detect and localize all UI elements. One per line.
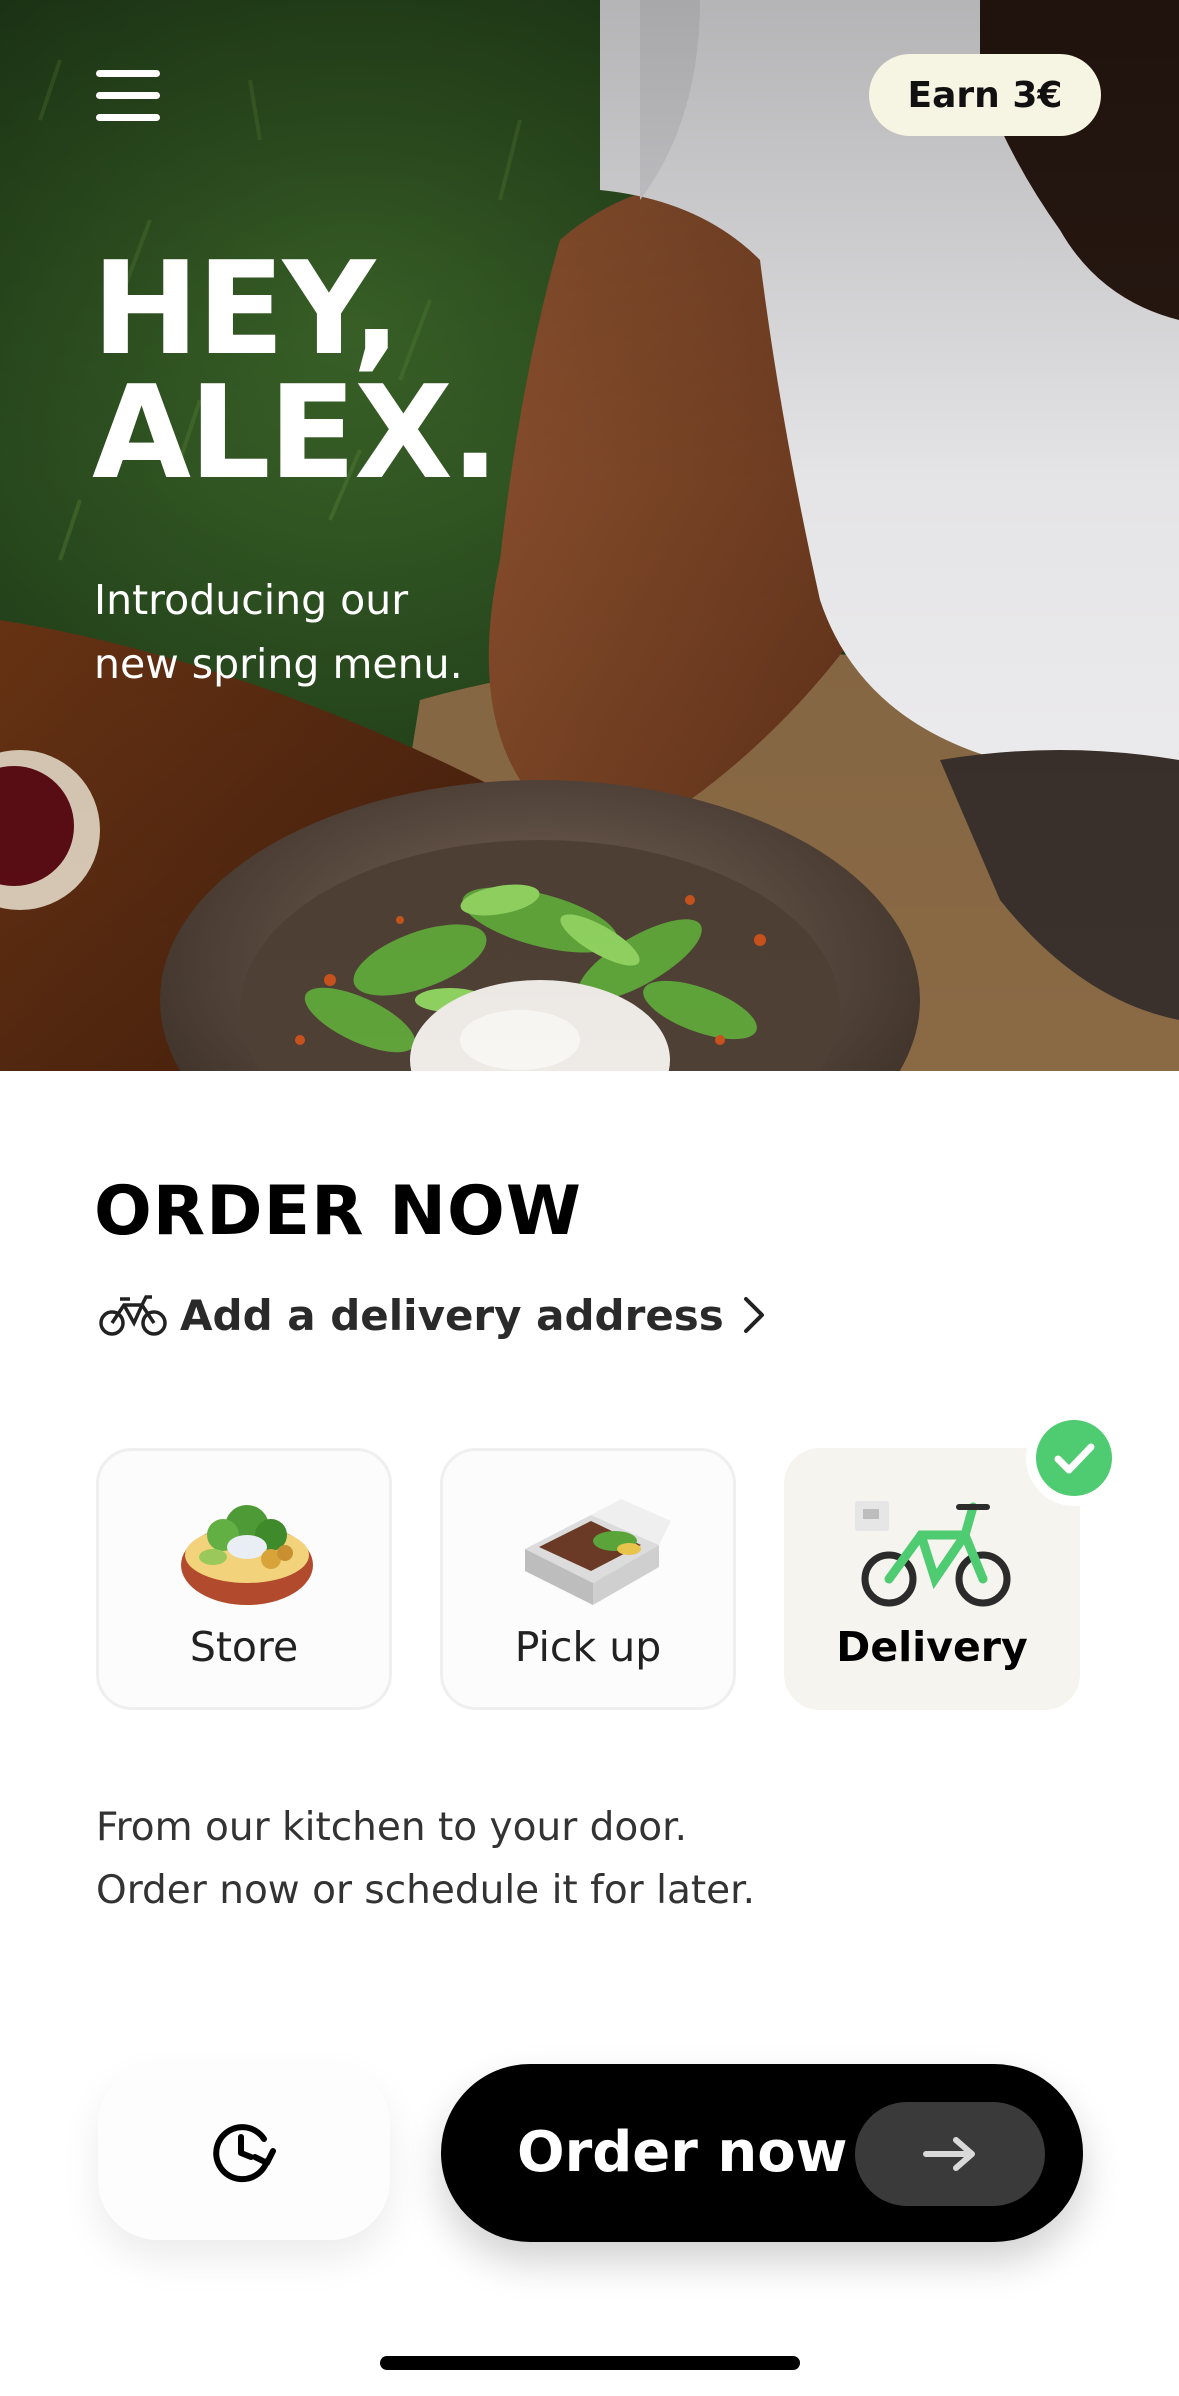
delivery-address-label: Add a delivery address (180, 1290, 724, 1340)
bicycle-icon (99, 1295, 167, 1336)
hamburger-menu-icon (96, 70, 160, 77)
greeting-line-2: ALEX. (92, 359, 499, 508)
delivery-description: From our kitchen to your door. Order now… (96, 1796, 996, 1922)
mode-card-pickup[interactable]: Pick up (440, 1448, 736, 1710)
salad-bowl-icon (181, 1505, 313, 1605)
mode-card-store[interactable]: Store (96, 1448, 392, 1710)
chevron-right-icon (743, 1297, 764, 1333)
greeting-line-1: HEY, (92, 235, 401, 384)
order-arrow-pill (855, 2102, 1045, 2206)
home-indicator (380, 2356, 800, 2370)
selected-check-badge (1026, 1410, 1122, 1506)
add-delivery-address-link[interactable]: Add a delivery address (98, 1280, 768, 1350)
order-now-title: ORDER NOW (94, 1172, 582, 1251)
takeaway-box-icon (525, 1499, 671, 1605)
mode-label-delivery: Delivery (836, 1623, 1028, 1671)
greeting-heading: HEY, ALEX. (92, 235, 499, 508)
earn-credit-label: Earn 3€ (907, 74, 1063, 116)
description-line-1: From our kitchen to your door. (96, 1805, 687, 1850)
delivery-bike-icon (855, 1501, 1011, 1607)
clock-refresh-icon (213, 2124, 276, 2183)
promo-line-2: new spring menu. (94, 640, 463, 688)
schedule-order-button[interactable] (98, 2064, 390, 2240)
hero-banner[interactable]: Earn 3€ HEY, ALEX. Introducing our new s… (0, 0, 1179, 1071)
order-now-label: Order now (517, 2120, 848, 2185)
hamburger-menu-icon-line (96, 114, 160, 121)
checkmark-icon (1054, 1443, 1095, 1474)
promo-text: Introducing our new spring menu. (94, 568, 614, 696)
promo-line-1: Introducing our (94, 576, 409, 624)
hamburger-menu-icon-line (96, 92, 160, 99)
hero-image (0, 0, 1179, 1071)
menu-button[interactable] (88, 64, 168, 128)
description-line-2: Order now or schedule it for later. (96, 1868, 755, 1913)
arrow-right-icon (923, 2137, 975, 2171)
mode-label-pickup: Pick up (514, 1623, 662, 1671)
order-now-button[interactable]: Order now (441, 2064, 1083, 2242)
mode-label-store: Store (189, 1623, 299, 1671)
earn-credit-button[interactable]: Earn 3€ (869, 54, 1101, 136)
